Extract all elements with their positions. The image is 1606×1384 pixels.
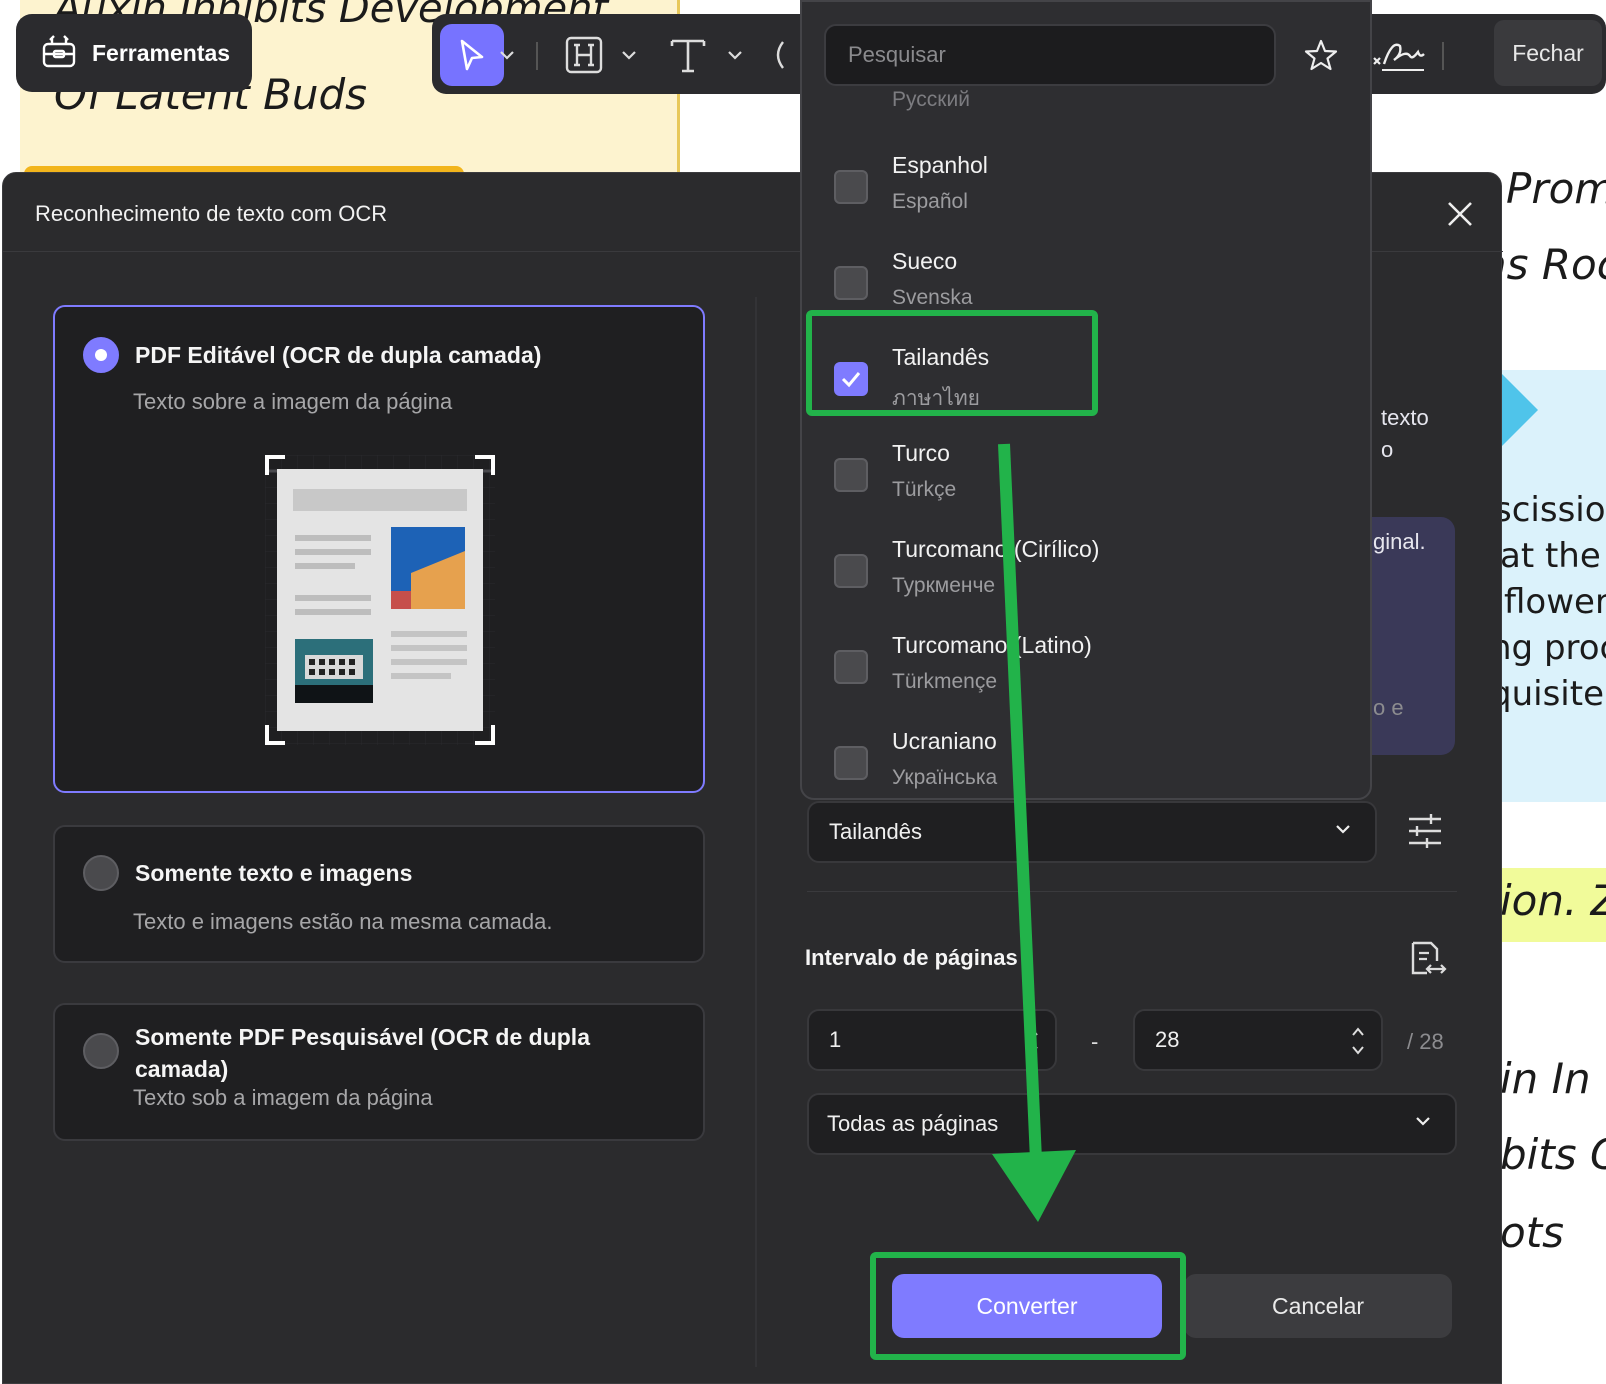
toolbar-divider xyxy=(1442,42,1444,70)
radio-text-and-images[interactable] xyxy=(83,855,119,891)
chevron-down-icon xyxy=(1416,1117,1430,1126)
dialog-column-divider xyxy=(755,297,757,1367)
language-native-name: Türkçe xyxy=(892,478,957,501)
option-title: Somente PDF Pesquisável (OCR de dupla ca… xyxy=(135,1024,590,1082)
page-subset-value: Todas as páginas xyxy=(827,1111,999,1136)
tip-text-fragment: o e xyxy=(1373,695,1404,720)
language-checkbox[interactable] xyxy=(834,746,868,780)
document-right-text: bits C xyxy=(1500,1130,1606,1179)
page-to-value: 28 xyxy=(1155,1027,1180,1052)
language-select-value: Tailandês xyxy=(829,819,922,844)
text-icon xyxy=(670,39,706,73)
heading-icon xyxy=(565,36,603,74)
language-checkbox[interactable] xyxy=(834,554,868,588)
stepper-icon xyxy=(1352,1027,1364,1055)
language-native-name: Svenska xyxy=(892,286,973,309)
tip-text-fragment: ginal. xyxy=(1373,529,1426,554)
tip-text-fragment: texto xyxy=(1381,405,1429,430)
highlight-box-thai xyxy=(806,310,1098,416)
document-right-text: ng proce xyxy=(1490,628,1606,668)
close-icon[interactable] xyxy=(1443,197,1477,231)
comment-icon xyxy=(776,41,784,69)
option-subtitle: Texto e imagens estão na mesma camada. xyxy=(133,909,553,934)
document-right-text: quisite f xyxy=(1490,674,1606,714)
tip-text-fragment: o xyxy=(1381,437,1394,462)
radio-editable-pdf[interactable] xyxy=(83,337,119,373)
edit-toolbar xyxy=(432,14,812,94)
ocr-settings-button[interactable] xyxy=(1407,813,1443,853)
cancel-button[interactable]: Cancelar xyxy=(1184,1274,1452,1338)
chevron-down-icon[interactable] xyxy=(496,24,518,86)
annotation-arrow-icon xyxy=(992,443,1076,1222)
sliders-icon xyxy=(1409,814,1441,848)
document-right-text: ion. Z xyxy=(1500,876,1606,925)
heading-tool-button[interactable] xyxy=(562,24,606,86)
document-scan-icon xyxy=(245,455,515,745)
text-tool-button[interactable] xyxy=(666,24,710,86)
document-right-text: ots xyxy=(1500,1208,1565,1257)
page-range-swap-button[interactable] xyxy=(1409,939,1447,983)
document-right-text: in In xyxy=(1500,1054,1591,1103)
select-tool-button[interactable] xyxy=(440,24,504,86)
language-search-input[interactable] xyxy=(824,24,1276,86)
language-item[interactable]: Espanhol Español xyxy=(802,140,1370,234)
document-right-text: scission xyxy=(1494,490,1606,530)
toolbar-divider xyxy=(536,42,538,70)
dialog-title: Reconhecimento de texto com OCR xyxy=(35,201,388,226)
highlight-box-convert xyxy=(870,1252,1186,1360)
page-from-value: 1 xyxy=(829,1027,842,1052)
language-name: Sueco xyxy=(892,248,958,274)
signature-icon xyxy=(1373,43,1425,71)
language-checkbox[interactable] xyxy=(834,650,868,684)
option-text-and-images[interactable]: Somente texto e imagens Texto e imagens … xyxy=(53,825,705,963)
chevron-down-icon[interactable] xyxy=(618,24,640,86)
language-name: Turco xyxy=(892,440,950,466)
option-subtitle: Texto sobre a imagem da página xyxy=(133,389,453,414)
option-searchable-pdf[interactable]: Somente PDF Pesquisável (OCR de dupla ca… xyxy=(53,1003,705,1141)
language-name: Espanhol xyxy=(892,152,988,178)
toolbox-icon xyxy=(40,32,78,74)
document-right-text: Prom xyxy=(1506,164,1606,213)
comment-tool-button[interactable] xyxy=(768,24,788,86)
page-to-input[interactable]: 28 xyxy=(1133,1009,1383,1071)
chevron-down-icon xyxy=(1336,825,1350,834)
signature-tool-button[interactable] xyxy=(1372,36,1426,78)
language-checkbox[interactable] xyxy=(834,266,868,300)
page-subset-select[interactable]: Todas as páginas xyxy=(807,1093,1457,1155)
cursor-icon xyxy=(460,39,484,71)
tools-button[interactable]: Ferramentas xyxy=(16,14,252,92)
option-editable-pdf[interactable]: PDF Editável (OCR de dupla camada) Texto… xyxy=(53,305,705,793)
option-subtitle: Texto sob a imagem da página xyxy=(133,1085,433,1110)
tools-label: Ferramentas xyxy=(92,39,231,66)
ocr-preview-illustration xyxy=(245,455,515,745)
radio-searchable-pdf[interactable] xyxy=(83,1033,119,1069)
language-native-name: Русский xyxy=(892,88,970,111)
document-arrow-shape xyxy=(1498,370,1538,450)
option-title: Somente texto e imagens xyxy=(135,860,413,886)
document-right-text: at the b xyxy=(1500,536,1606,576)
language-native-name: Español xyxy=(892,190,968,213)
chevron-down-icon[interactable] xyxy=(724,24,746,86)
language-checkbox[interactable] xyxy=(834,458,868,492)
document-right-text: flowers xyxy=(1504,582,1606,622)
favorites-star-icon[interactable] xyxy=(1304,38,1338,76)
close-editor-button[interactable]: Fechar xyxy=(1494,20,1602,86)
option-title: PDF Editável (OCR de dupla camada) xyxy=(135,342,542,368)
page-swap-icon xyxy=(1411,941,1447,975)
section-divider xyxy=(807,891,1457,892)
page-total-label: / 28 xyxy=(1407,1029,1444,1054)
language-checkbox[interactable] xyxy=(834,170,868,204)
